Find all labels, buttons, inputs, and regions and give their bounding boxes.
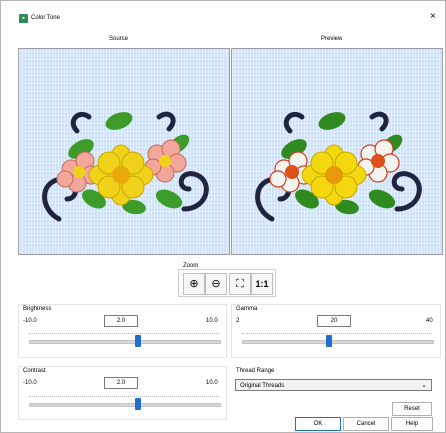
contrast-track[interactable] <box>29 403 221 407</box>
gamma-max: 40 <box>426 318 433 324</box>
close-icon[interactable]: × <box>430 11 436 23</box>
actual-size-icon[interactable]: 1:1 <box>251 273 273 295</box>
title-bar: ▪ Color Tone × <box>1 1 445 23</box>
thread-range-value: Original Threads <box>240 383 285 389</box>
gamma-min: 2 <box>236 318 240 324</box>
gamma-slider-thumb[interactable] <box>326 335 332 347</box>
brightness-label: Brightness <box>23 306 52 312</box>
brightness-max: 10.0 <box>206 318 218 324</box>
brightness-slider-thumb[interactable] <box>135 335 141 347</box>
help-button[interactable]: Help <box>391 417 433 431</box>
gamma-label: Gamma <box>236 306 258 312</box>
preview-embroidery-image <box>255 111 422 222</box>
gamma-value-field[interactable]: 20 <box>317 315 351 327</box>
preview-label: Preview <box>321 36 343 42</box>
ok-button[interactable]: OK <box>295 417 341 431</box>
cancel-button[interactable]: Cancel <box>343 417 389 431</box>
contrast-group <box>18 366 227 420</box>
chevron-down-icon: ⌄ <box>421 382 427 389</box>
app-icon: ▪ <box>19 14 28 23</box>
contrast-ticks <box>29 396 219 398</box>
thread-range-select[interactable]: Original Threads ⌄ <box>235 379 432 391</box>
source-label: Source <box>109 36 129 42</box>
gamma-track[interactable] <box>242 340 434 344</box>
color-tone-dialog: ▪ Color Tone × Source Preview Zoom ⊕ ⊖ ⛶… <box>0 0 446 433</box>
gamma-ticks <box>242 333 432 335</box>
contrast-value-field[interactable]: 2.0 <box>104 377 138 389</box>
source-embroidery-image <box>42 111 209 222</box>
brightness-min: -10.0 <box>23 318 37 324</box>
preview-panel <box>231 48 443 255</box>
source-panel <box>18 48 230 255</box>
zoom-out-icon[interactable]: ⊖ <box>205 273 227 295</box>
zoom-toolbar: ⊕ ⊖ ⛶ 1:1 <box>178 269 276 297</box>
brightness-ticks <box>29 333 219 335</box>
window-title: Color Tone <box>31 15 60 21</box>
zoom-to-fit-icon[interactable]: ⛶ <box>229 273 251 295</box>
contrast-min: -10.0 <box>23 380 37 386</box>
contrast-slider-thumb[interactable] <box>135 398 141 410</box>
reset-button[interactable]: Reset <box>392 402 432 416</box>
contrast-max: 10.0 <box>206 380 218 386</box>
brightness-group <box>18 304 227 358</box>
brightness-value-field[interactable]: 2.0 <box>104 315 138 327</box>
brightness-track[interactable] <box>29 340 221 344</box>
zoom-in-icon[interactable]: ⊕ <box>183 273 205 295</box>
thread-range-label: Thread Range <box>236 368 275 374</box>
gamma-group <box>231 304 441 358</box>
contrast-label: Contrast <box>23 368 46 374</box>
